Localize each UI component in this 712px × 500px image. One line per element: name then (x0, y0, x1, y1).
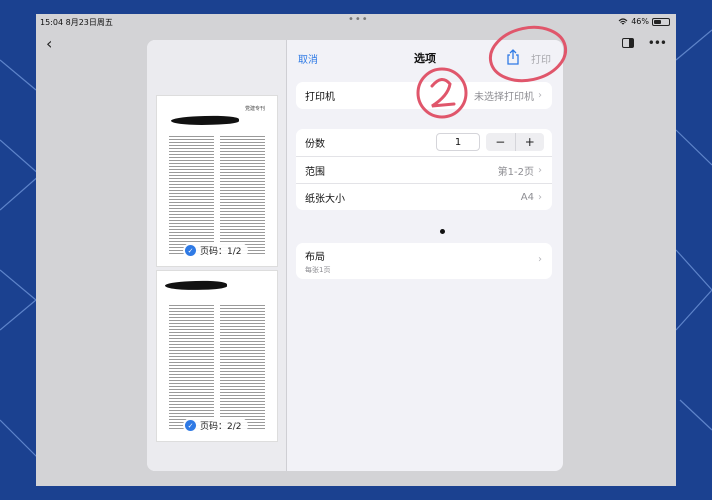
preview-page-1[interactable]: 党建专刊 ✓ 页码：1/2 (157, 96, 277, 266)
text-columns (169, 303, 265, 431)
copies-stepper: 1 − + (436, 133, 544, 151)
top-right-controls: ••• (621, 36, 667, 50)
options-panel: 取消 选项 打印 打印机 未选择打印机 › 份数 1 − + 范围 第1-2页 … (288, 40, 563, 471)
more-icon[interactable]: ••• (648, 36, 667, 50)
multitask-dots-icon[interactable]: ••• (348, 14, 369, 25)
ipad-screen: 15:04 8月23日周五 ••• 46% ‹ ••• 党建专刊 ✓ 页码：1/… (36, 14, 676, 486)
page-badge: ✓ 页码：2/2 (183, 418, 248, 433)
range-value: 第1-2页 › (498, 157, 542, 184)
paper-size-value-text: A4 (520, 192, 534, 203)
text-column (220, 303, 265, 431)
paper-size-label: 纸张大小 (305, 193, 345, 205)
preview-page-2[interactable]: ✓ 页码：2/2 (157, 271, 277, 441)
battery-percent: 46% (631, 17, 649, 26)
options-navbar: 取消 选项 打印 (288, 40, 563, 74)
copies-count[interactable]: 1 (436, 133, 480, 151)
redaction-mark (170, 114, 240, 127)
page-preview-panel: 党建专刊 ✓ 页码：1/2 ✓ 页码：2/2 (147, 40, 287, 471)
range-label: 范围 (305, 166, 325, 178)
layout-sublabel: 每张1页 (305, 265, 331, 274)
paper-size-row[interactable]: 纸张大小 A4 › (296, 183, 552, 210)
text-column (220, 134, 265, 254)
page-label: 页码：2/2 (200, 422, 242, 432)
wifi-icon (618, 17, 628, 24)
range-row[interactable]: 范围 第1-2页 › (296, 156, 552, 183)
page-indicator-dot (440, 229, 445, 234)
layout-group: 布局 每张1页 › (296, 243, 552, 279)
battery-icon (652, 17, 670, 26)
text-columns (169, 134, 265, 254)
stepper-buttons: − + (486, 133, 544, 151)
share-icon[interactable] (506, 49, 520, 65)
checkmark-icon[interactable]: ✓ (185, 420, 196, 431)
chevron-right-icon: › (538, 90, 542, 101)
sidebar-toggle-icon[interactable] (621, 38, 634, 48)
chevron-right-icon: › (538, 192, 542, 203)
page-header-text: 党建专刊 (244, 105, 265, 112)
copies-label: 份数 (305, 139, 325, 150)
paper-size-value: A4 › (521, 184, 542, 210)
text-column (169, 303, 214, 431)
options-title: 选项 (414, 52, 436, 65)
printer-value-text: 未选择打印机 (474, 92, 534, 103)
cancel-button[interactable]: 取消 (298, 51, 318, 66)
printer-row[interactable]: 打印机 未选择打印机 › (296, 82, 552, 109)
printer-group: 打印机 未选择打印机 › (296, 82, 552, 109)
page-label: 页码：1/2 (200, 247, 242, 257)
page-header: 党建专刊 (169, 102, 265, 114)
chevron-right-icon: › (538, 254, 542, 265)
checkmark-icon[interactable]: ✓ (185, 245, 196, 256)
layout-row[interactable]: 布局 每张1页 › (296, 243, 552, 279)
time-text: 15:04 (40, 18, 64, 27)
status-right: 46% (618, 17, 670, 26)
redaction-mark (164, 279, 228, 292)
back-chevron-icon[interactable]: ‹ (46, 34, 52, 53)
chevron-right-icon: › (538, 165, 542, 176)
text-column (169, 134, 214, 254)
printer-value: 未选择打印机 › (474, 82, 542, 109)
status-bar: 15:04 8月23日周五 ••• 46% (36, 14, 676, 30)
settings-group: 份数 1 − + 范围 第1-2页 › 纸张大小 A4 › (296, 129, 552, 210)
date-text: 8月23日周五 (65, 18, 113, 27)
printer-label: 打印机 (305, 92, 335, 103)
decrement-button[interactable]: − (486, 133, 515, 151)
print-options-sheet: 党建专刊 ✓ 页码：1/2 ✓ 页码：2/2 取消 选项 打印 打印机 未选择打… (147, 40, 563, 471)
copies-row: 份数 1 − + (296, 129, 552, 156)
status-time: 15:04 8月23日周五 (40, 17, 113, 28)
increment-button[interactable]: + (514, 133, 545, 151)
layout-label: 布局 (305, 251, 325, 263)
range-value-text: 第1-2页 (497, 167, 534, 178)
print-button[interactable]: 打印 (531, 51, 551, 66)
page-badge: ✓ 页码：1/2 (183, 243, 248, 258)
